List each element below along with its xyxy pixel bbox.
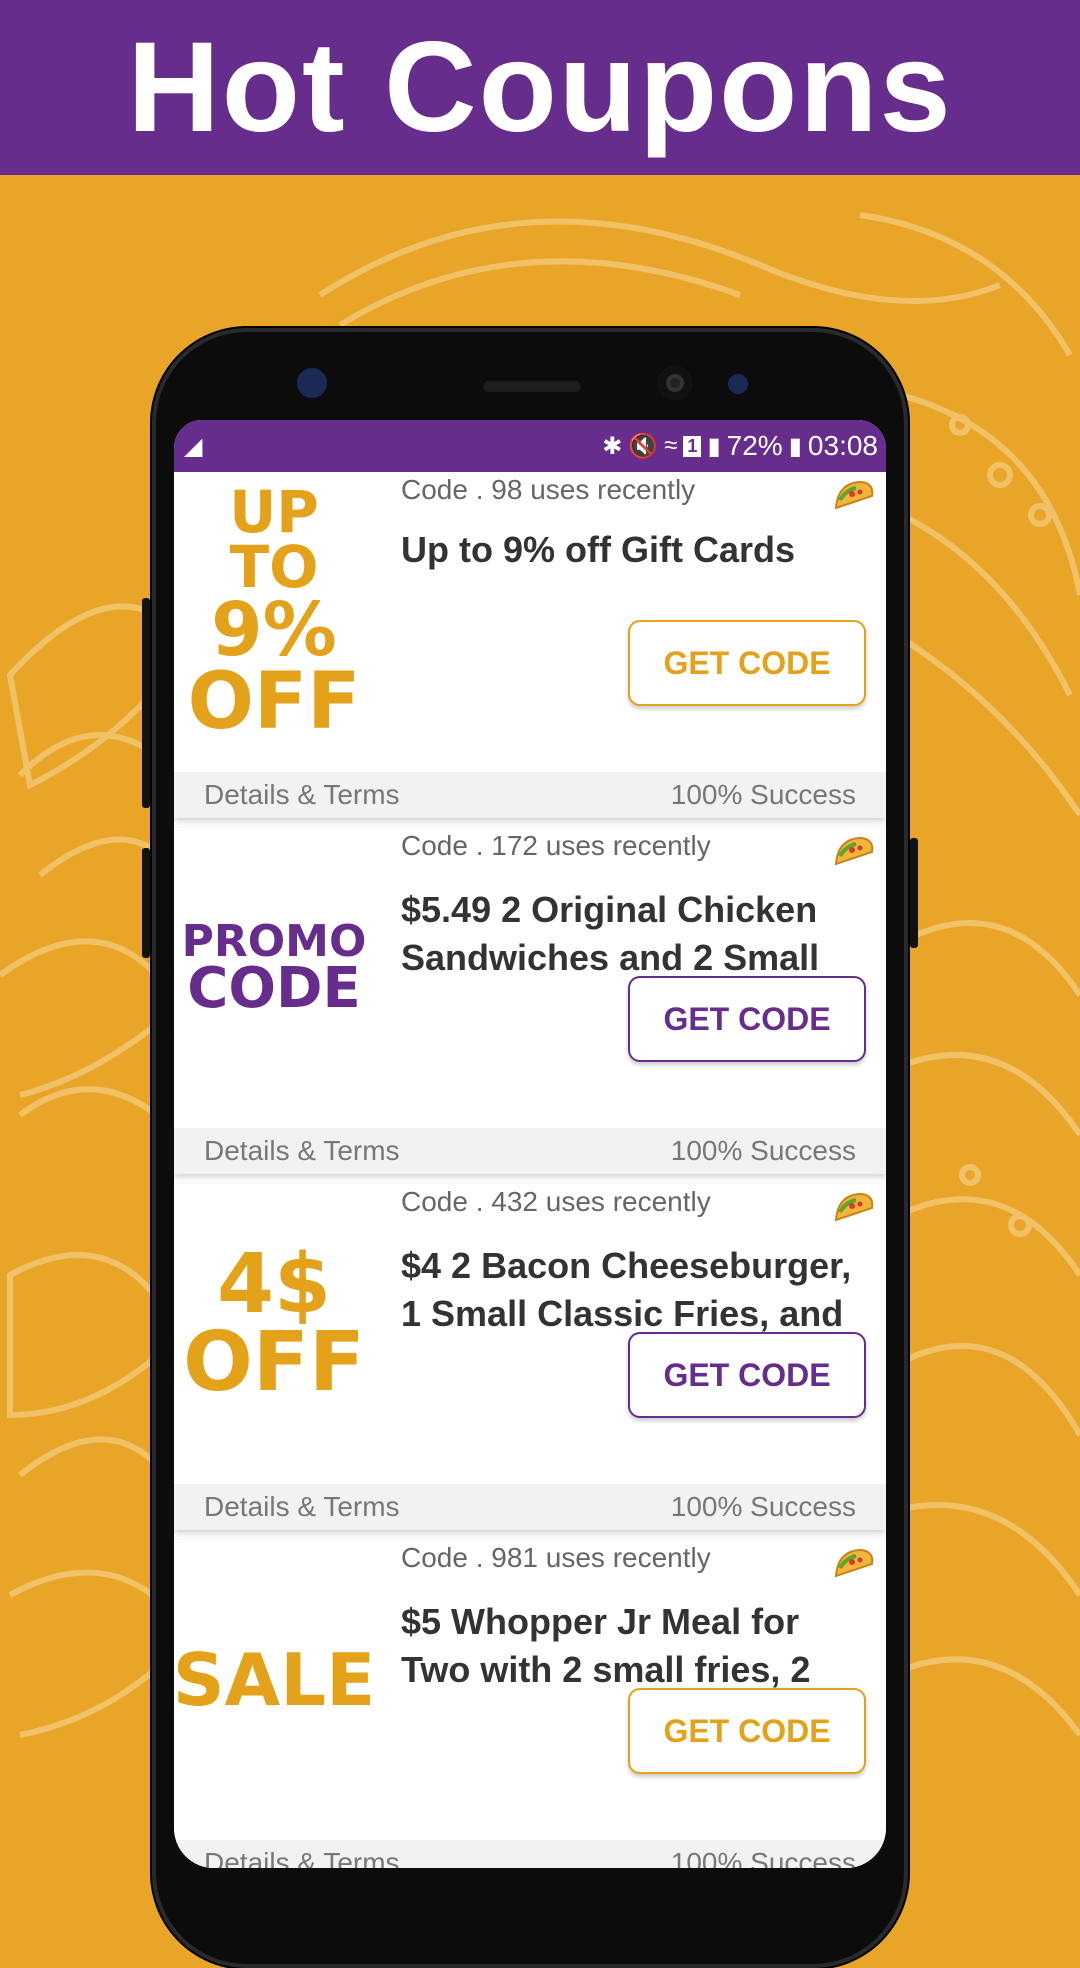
coupon-image: SALE [174, 1550, 375, 1810]
details-terms-link[interactable]: Details & Terms [204, 1847, 400, 1868]
coupon-image: 4$ OFF [183, 1194, 365, 1454]
mute-icon: 🔇 [628, 432, 659, 460]
coupon-image: PROMO CODE [182, 838, 367, 1098]
success-rate: 100% Success [670, 779, 856, 810]
get-code-button[interactable]: GET CODE [628, 620, 866, 706]
coupon-title: $5 Whopper Jr Meal for Two with 2 small … [401, 1601, 811, 1690]
coupon-title: Up to 9% off Gift Cards [401, 529, 795, 570]
banner-title: Hot Coupons [127, 16, 953, 159]
get-code-button[interactable]: GET CODE [628, 976, 866, 1062]
coupon-title: $4 2 Bacon Cheeseburger, 1 Small Classic… [401, 1245, 852, 1334]
iris-sensor-icon [728, 374, 748, 394]
battery-icon: ▮ [788, 432, 802, 460]
coupon-image-text: OFF [187, 657, 361, 748]
battery-percent: 72% [726, 430, 783, 461]
phone-volume-button [142, 598, 150, 808]
coupon-image-text: 4$ [216, 1237, 332, 1333]
taco-icon [834, 1192, 874, 1222]
image-icon: ◢ [184, 432, 203, 460]
earpiece-speaker [482, 378, 582, 392]
coupon-footer: Details & Terms 100% Success [174, 1484, 886, 1530]
coupon-card[interactable]: PROMO CODE Code . 172 uses recently $5.49 2… [174, 828, 886, 1174]
details-terms-link[interactable]: Details & Terms [204, 1135, 400, 1167]
get-code-button[interactable]: GET CODE [628, 1332, 866, 1418]
coupon-image-text: UP TO [229, 477, 319, 601]
phone-frame: ◢ ✱ 🔇 ≈ 1 ▮ 72% ▮ 03:08 UP TO 9% OFF Code .… [142, 328, 918, 1968]
coupon-uses: Code . 98 uses recently [401, 474, 696, 505]
phone-power-button [910, 838, 918, 948]
success-rate: 100% Success [670, 1135, 856, 1166]
coupon-list: UP TO 9% OFF Code . 98 uses recently Up to 9… [174, 472, 886, 1868]
taco-icon [834, 836, 874, 866]
taco-icon [834, 1548, 874, 1578]
coupon-image-text: OFF [183, 1315, 365, 1410]
coupon-footer: Details & Terms 100% Success [174, 1128, 886, 1174]
coupon-card[interactable]: UP TO 9% OFF Code . 98 uses recently Up to 9… [174, 472, 886, 818]
get-code-button[interactable]: GET CODE [628, 1688, 866, 1774]
front-sensor-icon [297, 368, 327, 398]
details-terms-link[interactable]: Details & Terms [204, 1491, 400, 1523]
signal-icon: ▮ [707, 432, 721, 460]
coupon-uses: Code . 981 uses recently [401, 1542, 711, 1573]
coupon-image: UP TO 9% OFF [184, 482, 364, 742]
coupon-title: $5.49 2 Original Chicken Sandwiches and … [401, 889, 820, 978]
app-screen: ◢ ✱ 🔇 ≈ 1 ▮ 72% ▮ 03:08 UP TO 9% OFF Code .… [174, 420, 886, 1868]
status-bar: ◢ ✱ 🔇 ≈ 1 ▮ 72% ▮ 03:08 [174, 420, 886, 472]
coupon-card[interactable]: 4$ OFF Code . 432 uses recently $4 2 Bacon … [174, 1184, 886, 1530]
taco-icon [834, 480, 874, 510]
header-banner: Hot Coupons [0, 0, 1080, 175]
coupon-uses: Code . 172 uses recently [401, 830, 711, 861]
coupon-image-text: CODE [187, 956, 361, 1022]
coupon-uses: Code . 432 uses recently [401, 1186, 711, 1217]
status-time: 03:08 [807, 430, 878, 461]
coupon-image-text: SALE [174, 1637, 376, 1722]
coupon-image-text: 9% [211, 586, 337, 673]
coupon-card[interactable]: SALE Code . 981 uses recently $5 Whopper J… [174, 1540, 886, 1868]
coupon-footer: Details & Terms 100% Success [174, 772, 886, 818]
bluetooth-icon: ✱ [602, 432, 623, 460]
coupon-footer: Details & Terms 100% Success [174, 1840, 886, 1868]
status-icons: ✱ 🔇 ≈ 1 ▮ 72% ▮ 03:08 [602, 430, 878, 462]
front-camera-icon [658, 366, 692, 400]
wifi-icon: ≈ [664, 432, 678, 459]
success-rate: 100% Success [670, 1491, 856, 1522]
success-rate: 100% Success [670, 1847, 856, 1868]
sim-icon: 1 [683, 435, 702, 457]
details-terms-link[interactable]: Details & Terms [204, 779, 400, 811]
phone-bixby-button [142, 848, 150, 958]
